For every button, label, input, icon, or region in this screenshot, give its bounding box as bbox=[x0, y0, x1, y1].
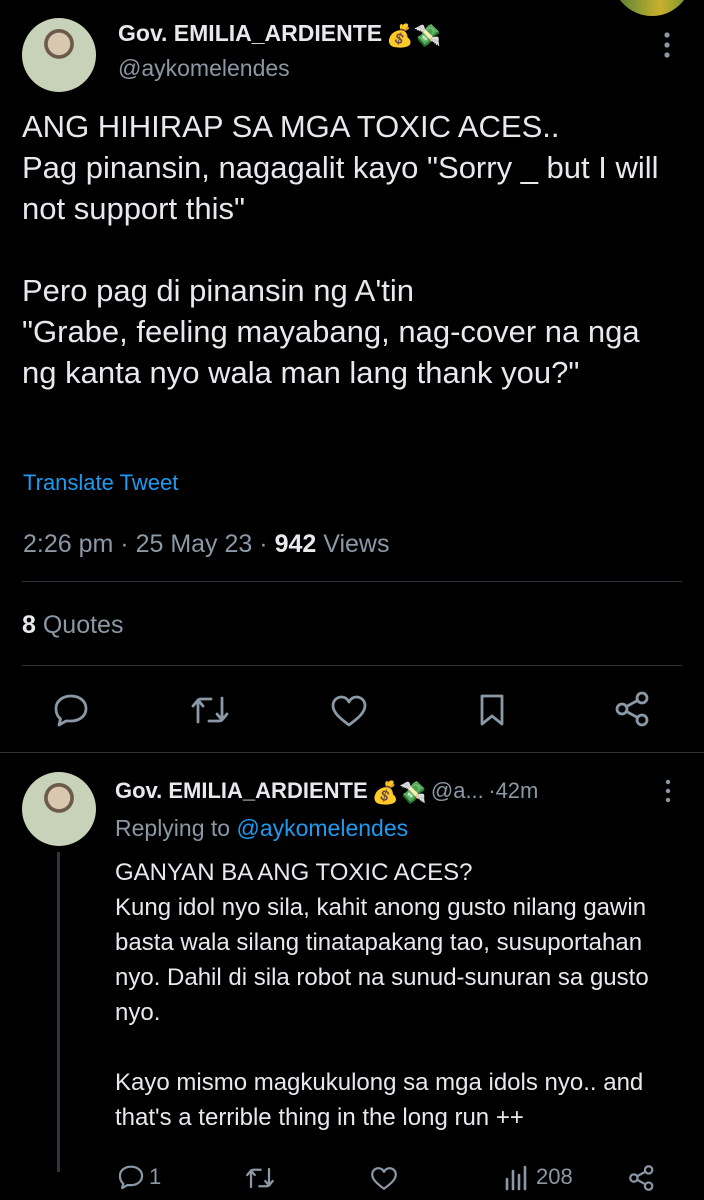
reply-views-count: 208 bbox=[536, 1164, 573, 1189]
share-button[interactable] bbox=[614, 690, 652, 728]
quotes-stat[interactable]: 8 Quotes bbox=[22, 611, 123, 640]
reply-header: Gov. EMILIA_ARDIENTE 💰💸 @a... ·42m bbox=[115, 778, 538, 806]
retweet-icon bbox=[246, 1167, 274, 1189]
reply-author-handle[interactable]: @a... bbox=[431, 778, 484, 803]
partial-avatar-decoration bbox=[612, 0, 692, 16]
author-avatar[interactable] bbox=[22, 18, 96, 92]
meta-separator: · bbox=[120, 530, 129, 558]
reply-retweet-button[interactable] bbox=[244, 1166, 276, 1190]
quotes-label: Quotes bbox=[42, 611, 124, 639]
tweet-date[interactable]: 25 May 23 bbox=[136, 530, 253, 558]
like-icon bbox=[331, 695, 367, 727]
like-icon bbox=[371, 1167, 397, 1190]
reply-time[interactable]: 42m bbox=[496, 778, 539, 803]
meta-separator: · bbox=[259, 530, 268, 558]
share-icon bbox=[629, 1165, 654, 1191]
reply-author-avatar[interactable] bbox=[22, 772, 96, 846]
reply-icon bbox=[118, 1165, 144, 1190]
reply-like-button[interactable] bbox=[370, 1166, 398, 1191]
reply-more-dots-icon[interactable] bbox=[661, 778, 675, 804]
views-icon bbox=[505, 1165, 527, 1191]
views-count: 942 bbox=[274, 530, 317, 558]
like-button[interactable] bbox=[330, 694, 368, 728]
reply-icon bbox=[54, 694, 88, 727]
tweet-time[interactable]: 2:26 pm bbox=[23, 530, 113, 558]
bookmark-icon bbox=[480, 694, 504, 726]
author-name[interactable]: Gov. EMILIA_ARDIENTE bbox=[118, 20, 382, 46]
views-label: Views bbox=[323, 530, 390, 558]
reply-share-button[interactable] bbox=[628, 1164, 656, 1192]
thread-line bbox=[57, 852, 60, 1172]
reply-text: GANYAN BA ANG TOXIC ACES? Kung idol nyo … bbox=[115, 859, 649, 1131]
more-dots-icon[interactable] bbox=[657, 30, 677, 60]
reply-dot-separator: · bbox=[488, 778, 496, 803]
replying-to-prefix: Replying to bbox=[115, 815, 231, 841]
tweet-meta: 2:26 pm · 25 May 23 · 942 Views bbox=[23, 530, 389, 559]
author-name-row: Gov. EMILIA_ARDIENTE 💰💸 bbox=[118, 20, 441, 49]
quotes-count: 8 bbox=[22, 611, 36, 639]
reply-views-button[interactable]: 208 bbox=[503, 1163, 573, 1191]
reply-button[interactable] bbox=[52, 692, 90, 728]
replying-to: Replying to @aykomelendes bbox=[115, 815, 408, 842]
divider bbox=[22, 665, 682, 666]
bookmark-button[interactable] bbox=[477, 692, 507, 728]
share-icon bbox=[615, 691, 649, 727]
retweet-button[interactable] bbox=[189, 694, 231, 726]
author-handle[interactable]: @aykomelendes bbox=[118, 55, 290, 82]
reply-author-name[interactable]: Gov. EMILIA_ARDIENTE bbox=[115, 778, 368, 803]
reply-author-emojis: 💰💸 bbox=[371, 780, 427, 805]
translate-tweet-link[interactable]: Translate Tweet bbox=[23, 470, 178, 496]
tweet-text: ANG HIHIRAP SA MGA TOXIC ACES.. Pag pina… bbox=[22, 109, 659, 390]
retweet-icon bbox=[191, 696, 229, 724]
author-emojis: 💰💸 bbox=[386, 23, 441, 48]
reply-reply-button[interactable]: 1 bbox=[117, 1163, 161, 1191]
divider bbox=[22, 581, 682, 582]
replying-to-handle[interactable]: @aykomelendes bbox=[236, 815, 408, 841]
section-divider bbox=[0, 752, 704, 753]
reply-count: 1 bbox=[149, 1164, 162, 1189]
